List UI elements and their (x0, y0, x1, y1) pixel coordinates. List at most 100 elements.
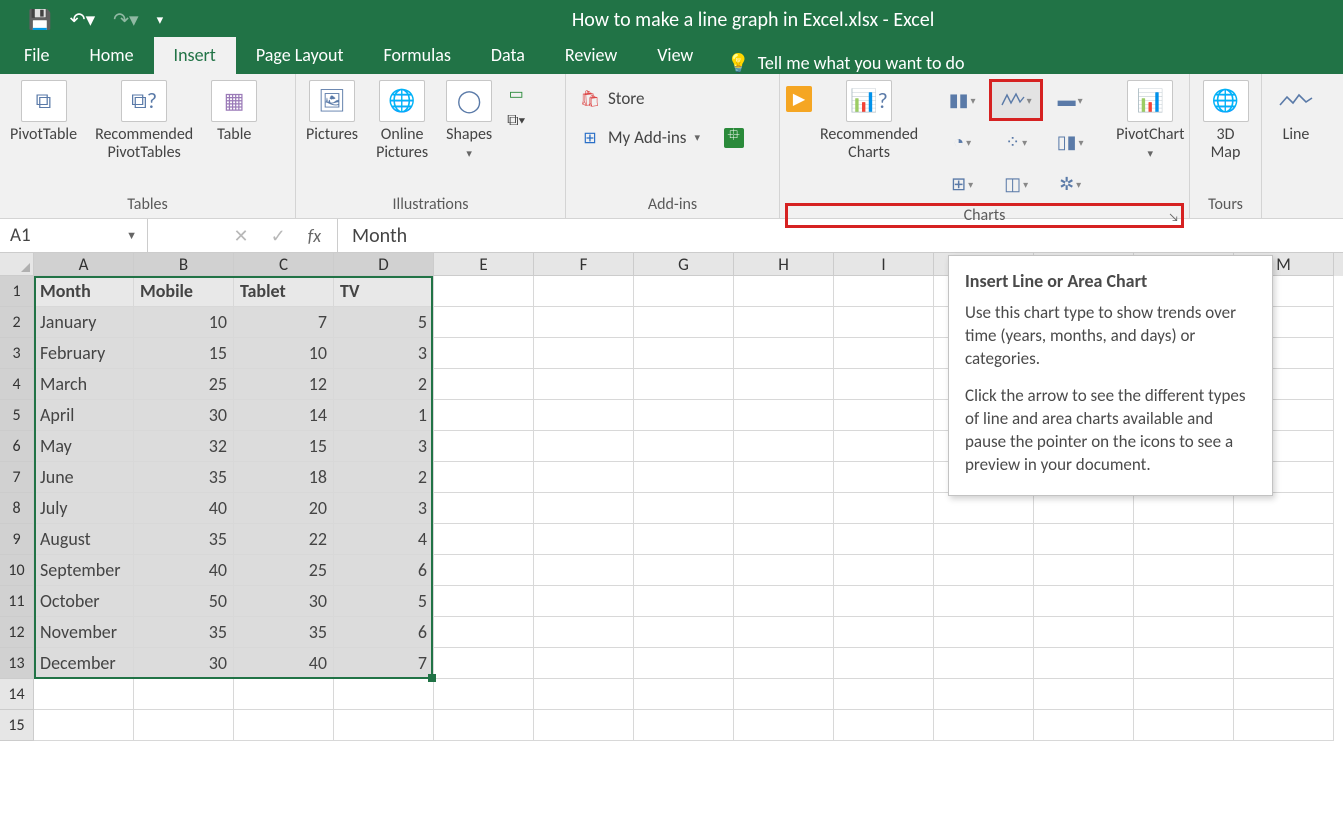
cell[interactable]: 20 (234, 493, 334, 524)
cell[interactable] (934, 524, 1034, 555)
cell[interactable]: 50 (134, 586, 234, 617)
cell[interactable] (934, 493, 1034, 524)
cell[interactable] (634, 679, 734, 710)
pivotchart-button[interactable]: 📊PivotChart▾ (1112, 80, 1188, 161)
cell[interactable] (634, 400, 734, 431)
cell[interactable] (434, 493, 534, 524)
row-header[interactable]: 13 (0, 648, 34, 679)
pictures-button[interactable]: 🖼Pictures (302, 80, 362, 144)
cell[interactable] (634, 276, 734, 307)
cell[interactable] (634, 648, 734, 679)
row-header[interactable]: 6 (0, 431, 34, 462)
cell[interactable] (1134, 493, 1234, 524)
cell[interactable] (1234, 555, 1334, 586)
tab-file[interactable]: File (4, 37, 70, 74)
column-header[interactable]: D (334, 253, 434, 276)
cell[interactable] (434, 524, 534, 555)
cell[interactable] (834, 648, 934, 679)
cell[interactable] (1134, 710, 1234, 741)
cell[interactable] (434, 710, 534, 741)
surface-chart-icon[interactable]: ◫▾ (990, 164, 1042, 204)
cell[interactable] (1034, 555, 1134, 586)
row-header[interactable]: 10 (0, 555, 34, 586)
cell[interactable] (1034, 710, 1134, 741)
cell[interactable] (1234, 524, 1334, 555)
column-header[interactable]: I (834, 253, 934, 276)
cell[interactable] (934, 586, 1034, 617)
cell[interactable] (734, 307, 834, 338)
cell[interactable]: 2 (334, 462, 434, 493)
cell[interactable] (1134, 524, 1234, 555)
cell[interactable]: TV (334, 276, 434, 307)
cell[interactable] (1234, 617, 1334, 648)
cell[interactable] (1034, 648, 1134, 679)
cell[interactable] (734, 617, 834, 648)
tab-review[interactable]: Review (545, 37, 637, 74)
cell[interactable] (734, 493, 834, 524)
cell[interactable] (534, 710, 634, 741)
cell[interactable]: 22 (234, 524, 334, 555)
cell[interactable] (534, 431, 634, 462)
cell[interactable] (734, 679, 834, 710)
cell[interactable]: Month (34, 276, 134, 307)
cell[interactable] (734, 276, 834, 307)
my-addins-button[interactable]: ⊞My Add-ins▾ ⯐ (580, 127, 744, 148)
cell[interactable] (734, 586, 834, 617)
cell[interactable] (634, 524, 734, 555)
cell[interactable] (734, 431, 834, 462)
tab-insert[interactable]: Insert (154, 37, 236, 74)
cell[interactable] (1234, 493, 1334, 524)
cell[interactable]: March (34, 369, 134, 400)
cell[interactable] (834, 710, 934, 741)
cell[interactable] (734, 524, 834, 555)
cell[interactable] (634, 369, 734, 400)
cell[interactable] (834, 400, 934, 431)
cell[interactable] (534, 648, 634, 679)
cell[interactable]: June (34, 462, 134, 493)
cell[interactable] (1034, 524, 1134, 555)
cell[interactable] (834, 555, 934, 586)
tab-page-layout[interactable]: Page Layout (236, 37, 364, 74)
cell[interactable] (834, 307, 934, 338)
cell[interactable]: 15 (234, 431, 334, 462)
cell[interactable] (134, 679, 234, 710)
charts-dialog-launcher-icon[interactable]: ↘ (1168, 211, 1179, 225)
redo-icon[interactable]: ↷▾ (113, 9, 138, 32)
cell[interactable] (534, 586, 634, 617)
cell[interactable] (634, 710, 734, 741)
cell[interactable]: 2 (334, 369, 434, 400)
cell[interactable] (534, 400, 634, 431)
cell[interactable] (434, 586, 534, 617)
cell[interactable]: 3 (334, 431, 434, 462)
cell[interactable] (834, 276, 934, 307)
recommended-charts-button[interactable]: 📊?Recommended Charts (816, 80, 922, 163)
cell[interactable] (134, 710, 234, 741)
column-header[interactable]: B (134, 253, 234, 276)
cell[interactable] (934, 555, 1034, 586)
cell[interactable] (834, 462, 934, 493)
store-button[interactable]: 🛍Store (580, 88, 644, 109)
cell[interactable]: 3 (334, 493, 434, 524)
cell[interactable] (534, 338, 634, 369)
cell[interactable] (1134, 586, 1234, 617)
cell[interactable] (734, 648, 834, 679)
line-chart-icon[interactable]: ▾ (990, 80, 1042, 120)
cell[interactable] (734, 400, 834, 431)
shapes-button[interactable]: ◯Shapes▾ (442, 80, 496, 161)
cell[interactable]: 1 (334, 400, 434, 431)
cell[interactable] (1034, 493, 1134, 524)
cell[interactable] (834, 617, 934, 648)
combo-chart-icon[interactable]: ▯▮▾ (1044, 122, 1096, 162)
cell[interactable] (434, 400, 534, 431)
cell[interactable] (634, 555, 734, 586)
cell[interactable]: 5 (334, 307, 434, 338)
cell[interactable]: September (34, 555, 134, 586)
cell[interactable]: 3 (334, 338, 434, 369)
cell[interactable]: 30 (134, 400, 234, 431)
row-header[interactable]: 5 (0, 400, 34, 431)
column-header[interactable]: A (34, 253, 134, 276)
cell[interactable]: October (34, 586, 134, 617)
cell[interactable]: 25 (134, 369, 234, 400)
cell[interactable] (434, 462, 534, 493)
insert-function-icon[interactable]: fx (308, 225, 321, 247)
